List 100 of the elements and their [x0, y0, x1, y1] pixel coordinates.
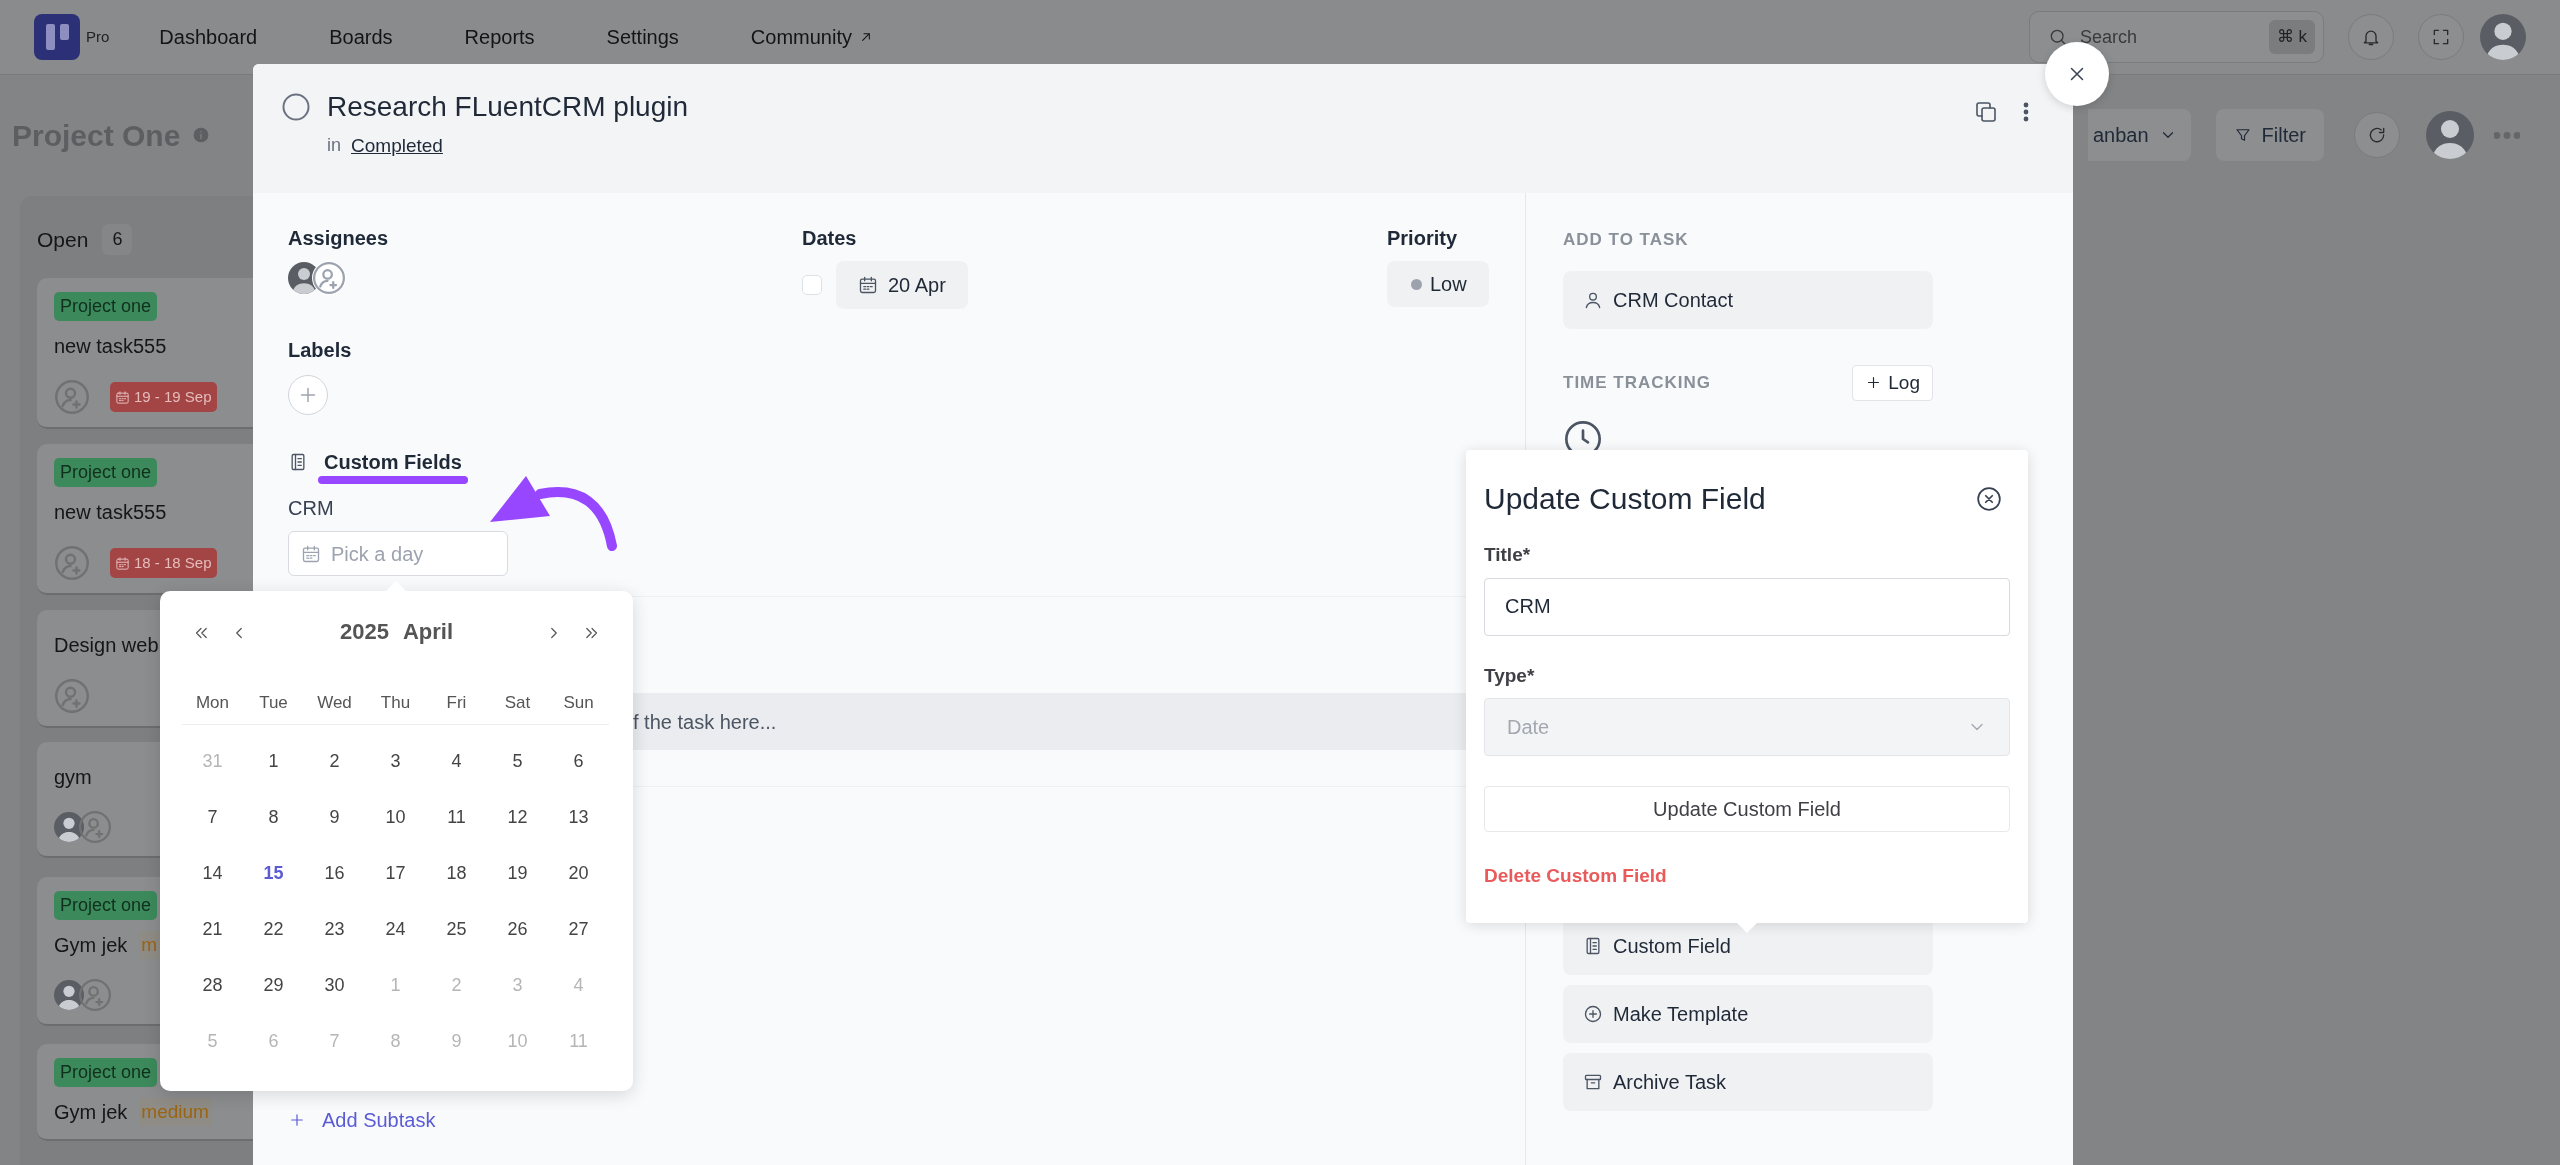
task-title: new task555: [54, 334, 167, 359]
calendar-day[interactable]: 5: [512, 747, 523, 775]
calendar-day[interactable]: 16: [324, 859, 345, 887]
avatar: [54, 980, 84, 1010]
calendar-day[interactable]: 30: [324, 971, 345, 999]
search-field[interactable]: Search ⌘ k: [2029, 11, 2324, 63]
task-title: gym: [54, 765, 92, 790]
calendar-day[interactable]: 23: [324, 915, 345, 943]
plus-circle-icon: [1583, 1004, 1603, 1024]
calendar-day[interactable]: 17: [385, 859, 406, 887]
year-label[interactable]: 2025: [339, 614, 389, 648]
date-field[interactable]: Pick a day: [288, 531, 508, 576]
nav-link[interactable]: Boards: [329, 22, 393, 52]
task-title: new task555: [54, 500, 167, 525]
logo-label: Pro: [86, 26, 110, 47]
avatar: [2426, 111, 2474, 159]
calendar-day[interactable]: 19: [507, 859, 528, 887]
task-title: Design web: [54, 633, 159, 658]
stage-prefix: in: [327, 134, 341, 157]
calendar-day[interactable]: 28: [202, 971, 223, 999]
field-label: Assignees: [288, 226, 390, 251]
calendar-day[interactable]: 7: [207, 803, 218, 831]
project-tag: Project one: [54, 458, 158, 487]
action-button[interactable]: Archive Task: [1563, 1053, 1933, 1111]
month-label[interactable]: April: [402, 614, 454, 648]
weekday-label: Thu: [380, 691, 411, 714]
copy-icon[interactable]: [1974, 100, 1998, 124]
calendar-day[interactable]: 25: [446, 915, 467, 943]
weekday-label: Mon: [195, 691, 230, 714]
priority-tag: m: [139, 930, 160, 960]
info-icon: [192, 126, 211, 144]
add-user-icon: [54, 379, 90, 415]
calendar-day[interactable]: 18: [446, 859, 467, 887]
circle-icon[interactable]: [281, 92, 311, 122]
add-label-button[interactable]: [288, 375, 328, 415]
plus-icon: [288, 1111, 306, 1129]
field-label: Dates: [802, 226, 858, 251]
add-user-icon: [78, 978, 112, 1012]
calendar-icon: [301, 543, 321, 564]
priority-button[interactable]: Low: [1387, 261, 1489, 307]
project-tag: Project one: [54, 1058, 158, 1087]
calendar-day[interactable]: 24: [385, 915, 406, 943]
calendar-day[interactable]: 26: [507, 915, 528, 943]
weekday-label: Sun: [563, 691, 594, 714]
more-icon: [2494, 131, 2520, 139]
add-user-icon: [54, 678, 90, 714]
calendar-day[interactable]: 8: [268, 803, 279, 831]
due-date-button[interactable]: 20 Apr: [836, 261, 968, 309]
view-dropdown[interactable]: anban: [2087, 109, 2191, 161]
calendar-day[interactable]: 2: [329, 747, 340, 775]
field-label: CRM: [288, 496, 334, 521]
add-user-icon: [78, 810, 112, 844]
logo-icon[interactable]: [34, 14, 80, 60]
weekday-label: Sat: [504, 691, 531, 714]
add-user-icon: [54, 545, 90, 581]
nav-link[interactable]: Reports: [464, 22, 535, 52]
calendar-day[interactable]: 10: [385, 803, 406, 831]
update-button[interactable]: Update Custom Field: [1484, 786, 2010, 832]
project-tag: Project one: [54, 292, 158, 321]
nav-link[interactable]: Community: [750, 22, 874, 52]
add-user-icon[interactable]: [312, 261, 346, 295]
due-date-badge: 18 - 18 Sep: [110, 547, 217, 579]
priority-tag: medium: [139, 1097, 211, 1127]
section-heading: ADD TO TASK: [1563, 229, 1690, 251]
calendar-day[interactable]: 21: [202, 915, 223, 943]
calendar-day[interactable]: 20: [568, 859, 589, 887]
avatar: [54, 812, 84, 842]
weekday-label: Fri: [446, 691, 467, 714]
stage-link[interactable]: Completed: [351, 132, 443, 161]
action-button[interactable]: Make Template: [1563, 985, 1933, 1043]
calendar-day[interactable]: 9: [329, 803, 340, 831]
filter-button[interactable]: Filter: [2215, 109, 2324, 161]
close-icon[interactable]: [1976, 485, 2002, 512]
field-label: Labels: [288, 338, 352, 363]
calendar-day[interactable]: 27: [568, 915, 589, 943]
add-subtask-link[interactable]: Add Subtask: [288, 1105, 436, 1135]
crm-contact-button[interactable]: CRM Contact: [1563, 270, 1933, 329]
calendar-day[interactable]: 1: [268, 747, 279, 775]
calendar-icon: [115, 389, 130, 405]
weekday-label: Wed: [317, 691, 352, 714]
due-date-badge: 19 - 19 Sep: [110, 381, 217, 413]
calendar-day[interactable]: 13: [568, 803, 589, 831]
filter-icon: [2233, 126, 2252, 144]
calendar-day[interactable]: 12: [507, 803, 528, 831]
title-input[interactable]: CRM: [1484, 577, 2010, 636]
project-tag: Project one: [54, 891, 158, 920]
refresh-button[interactable]: [2354, 112, 2400, 158]
calendar-icon: [115, 555, 130, 571]
nav-link[interactable]: Dashboard: [159, 22, 258, 52]
task-title: Research FLuentCRM plugin: [327, 90, 689, 124]
popover-title: Update Custom Field: [1484, 481, 1766, 517]
nav-link[interactable]: Settings: [606, 22, 679, 52]
date-checkbox[interactable]: [802, 275, 822, 295]
refresh-icon: [2367, 125, 2387, 145]
calendar-day[interactable]: 6: [573, 747, 584, 775]
notifications-button[interactable]: [2348, 14, 2394, 60]
calendar-day[interactable]: 3: [390, 747, 401, 775]
calendar-day[interactable]: 11: [447, 803, 466, 831]
calendar-day[interactable]: 4: [451, 747, 462, 775]
log-button[interactable]: Log: [1852, 364, 1933, 401]
